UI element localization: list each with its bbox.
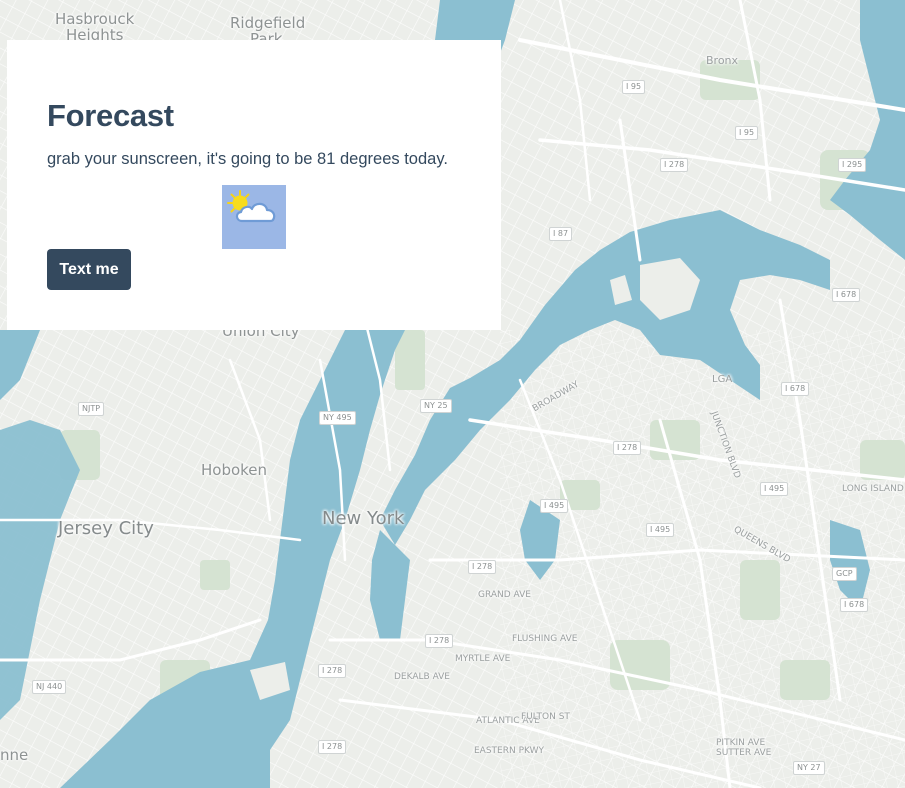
forecast-panel: Forecast grab your sunscreen, it's going… — [7, 40, 501, 330]
highway-shield: NY 495 — [319, 411, 356, 425]
partly-sunny-icon — [222, 185, 286, 249]
highway-shield: I 95 — [735, 126, 759, 140]
map-label-new-york: New York — [322, 508, 405, 529]
highway-shield: I 278 — [318, 664, 347, 678]
highway-shield: I 87 — [549, 227, 573, 241]
map-label-myrtle-ave: MYRTLE AVE — [455, 654, 511, 664]
highway-shield: I 278 — [613, 441, 642, 455]
map-label-hoboken: Hoboken — [201, 461, 268, 479]
map-label-bronx: Bronx — [706, 54, 739, 67]
text-me-button[interactable]: Text me — [47, 249, 131, 290]
highway-shield: I 278 — [425, 634, 454, 648]
highway-shield: NJTP — [78, 402, 105, 416]
map-label-jersey-city: Jersey City — [58, 518, 154, 539]
highway-shield: GCP — [832, 567, 857, 581]
map-label-grand-ave: GRAND AVE — [478, 590, 531, 600]
map-label-sutter-ave: SUTTER AVE — [716, 748, 772, 758]
forecast-title: Forecast — [47, 98, 174, 133]
highway-shield: I 678 — [840, 598, 869, 612]
map-label-anne: nne — [0, 746, 29, 764]
highway-shield: I 495 — [540, 499, 569, 513]
map-label-flushing-ave: FLUSHING AVE — [512, 634, 578, 644]
highway-shield: I 678 — [832, 288, 861, 302]
highway-shield: I 278 — [318, 740, 347, 754]
map-label-long-island-exwy: LONG ISLAND EX — [842, 484, 905, 494]
highway-shield: NY 25 — [420, 399, 452, 413]
highway-shield: NY 27 — [793, 761, 825, 775]
highway-shield: I 278 — [660, 158, 689, 172]
highway-shield: I 495 — [760, 482, 789, 496]
map-label-pitkin-ave: PITKIN AVE — [716, 738, 766, 748]
map-label-lga: LGA — [712, 374, 733, 385]
forecast-message: grab your sunscreen, it's going to be 81… — [47, 150, 448, 168]
highway-shield: I 278 — [468, 560, 497, 574]
map-label-fulton-st: FULTON ST — [521, 712, 570, 722]
highway-shield: I 95 — [622, 80, 646, 94]
highway-shield: NJ 440 — [32, 680, 67, 694]
map-label-eastern-pkwy: EASTERN PKWY — [474, 746, 544, 756]
highway-shield: I 295 — [838, 158, 867, 172]
map-label-dekalb-ave: DEKALB AVE — [394, 672, 450, 682]
highway-shield: I 495 — [646, 523, 675, 537]
highway-shield: I 678 — [781, 382, 810, 396]
